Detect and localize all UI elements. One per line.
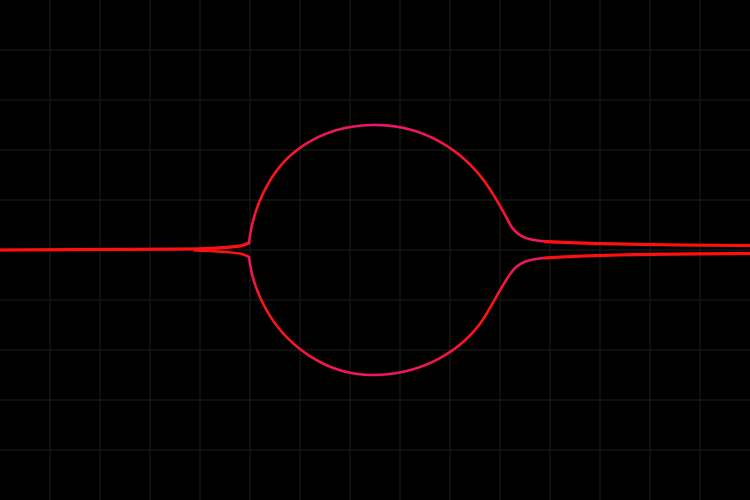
diagram-svg [0, 0, 750, 500]
right-tail-lower [543, 251, 750, 260]
plot-canvas [0, 0, 750, 500]
circle-lower-arc [247, 255, 547, 377]
left-tail-curve [0, 241, 251, 252]
circle-upper-arc [247, 123, 547, 245]
right-tail-upper [543, 239, 750, 248]
left-tail-curve-lower [193, 249, 251, 259]
